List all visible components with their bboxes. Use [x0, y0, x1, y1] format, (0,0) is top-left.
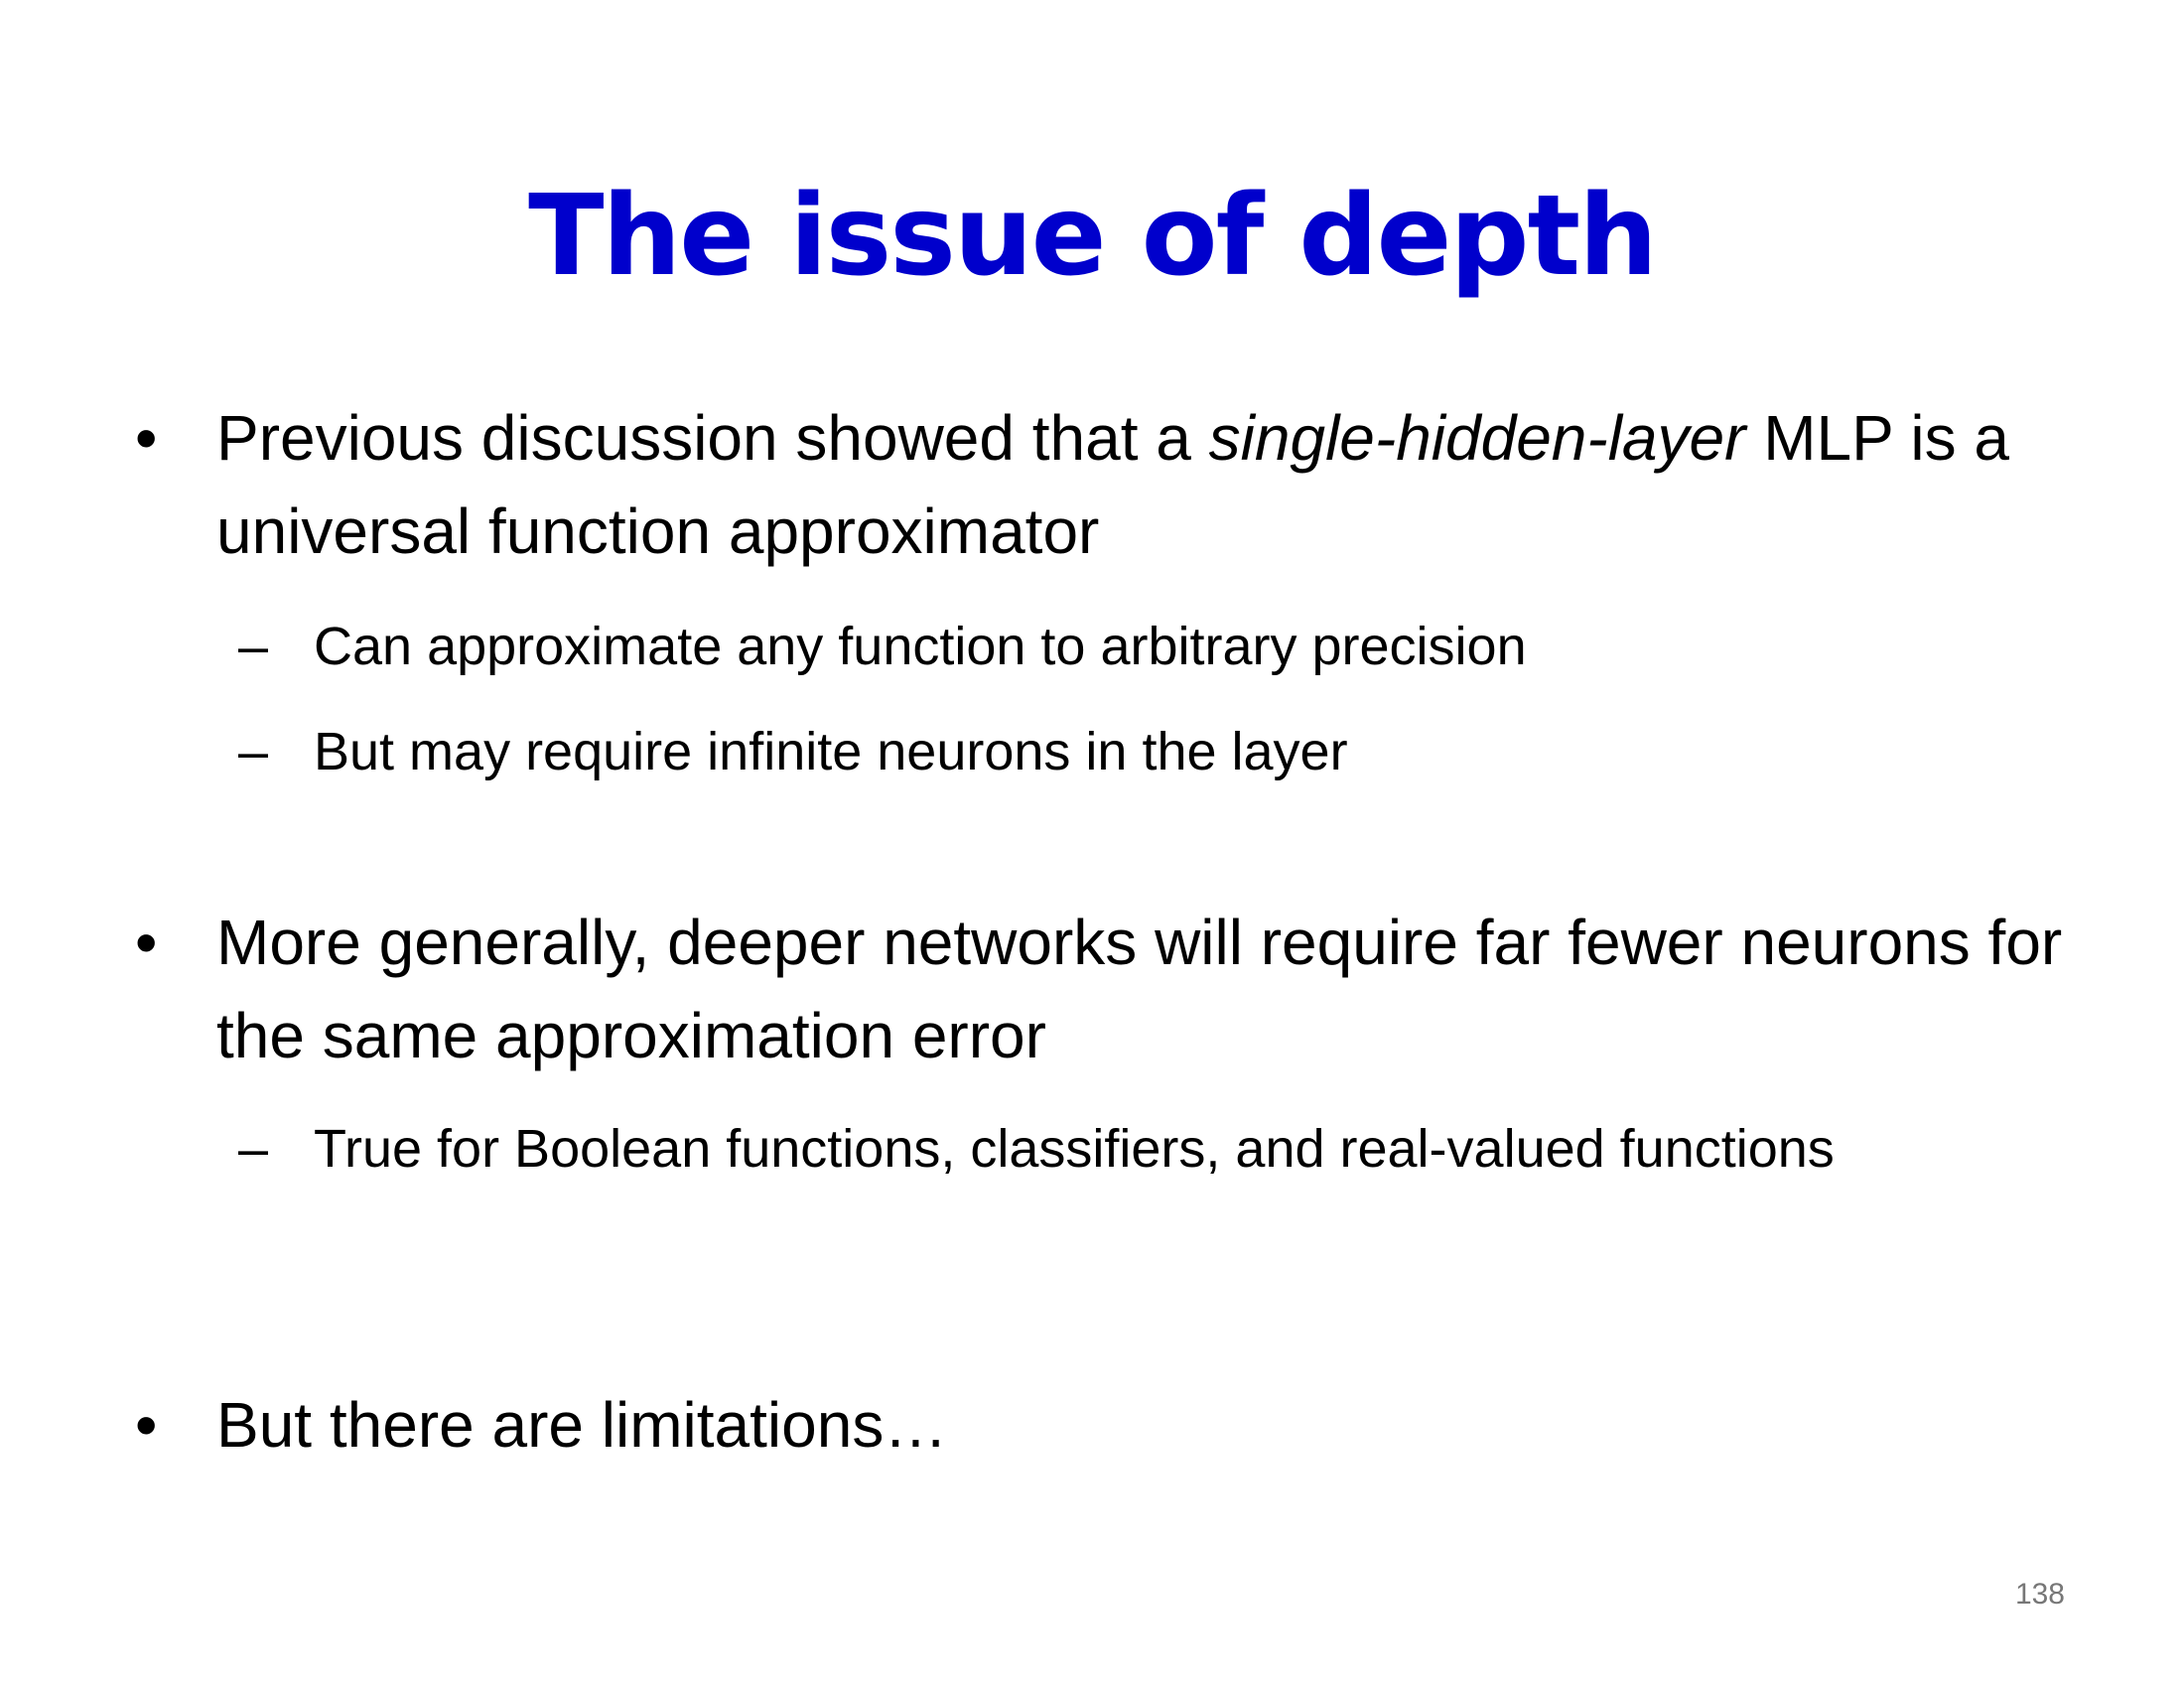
- bullet-text: More generally, deeper networks will req…: [216, 907, 2063, 1071]
- bullet-text: But there are limitations…: [216, 1389, 948, 1461]
- bullet-text-part: Previous discussion showed that a: [216, 402, 1209, 474]
- slide-title: The issue of depth: [528, 172, 1658, 301]
- bullet-mark: •: [135, 907, 158, 978]
- dash-mark: –: [238, 722, 269, 781]
- sub-bullet-text: True for Boolean functions, classifiers,…: [314, 1119, 1835, 1179]
- dash-mark: –: [238, 617, 269, 676]
- bullet-mark: •: [135, 1389, 158, 1461]
- page-number: 138: [2014, 1578, 2065, 1611]
- bullet-mark: •: [135, 402, 158, 474]
- bullet-emphasis: single-hidden-layer: [1208, 402, 1746, 474]
- sub-bullet-text: But may require infinite neurons in the …: [314, 722, 1348, 781]
- bullet-text: Previous discussion showed that a single…: [216, 391, 2103, 578]
- slide: The issue of depth • Previous discussion…: [0, 0, 2184, 1688]
- dash-mark: –: [238, 1119, 269, 1179]
- sub-bullet-text: Can approximate any function to arbitrar…: [314, 617, 1527, 676]
